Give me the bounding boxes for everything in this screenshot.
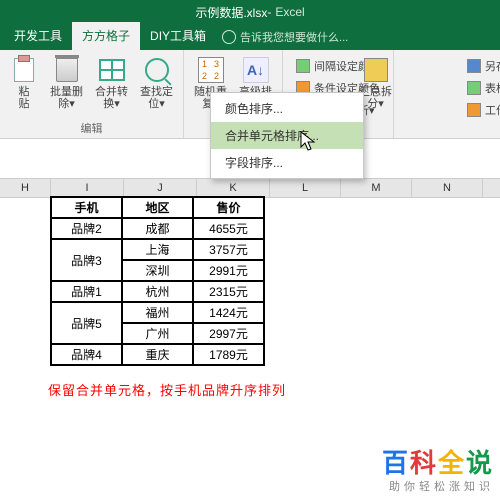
summary-icon (364, 58, 388, 82)
save-sheet-button[interactable]: 另存本表 (464, 56, 500, 76)
menu-merged-cell-sort[interactable]: 合并单元格排序... (211, 122, 363, 149)
lightbulb-icon (222, 30, 236, 44)
menu-color-sort[interactable]: 颜色排序... (211, 95, 363, 122)
save-icon (467, 59, 481, 73)
group-label-edit: 编辑 (6, 118, 177, 136)
paste-icon (14, 58, 34, 82)
find-locate-button[interactable]: 查找定 位▾ (136, 54, 177, 112)
ribbon-tabs: 开发工具 方方格子 DIY工具箱 告诉我您想要做什么... (0, 24, 500, 50)
table-row: 品牌3上海3757元 (51, 239, 264, 260)
table-row: 品牌4重庆1789元 (51, 344, 264, 365)
col-K[interactable]: K (197, 179, 270, 197)
th-phone: 手机 (51, 197, 122, 218)
col-I[interactable]: I (51, 179, 124, 197)
table-row: 品牌2成都4655元 (51, 218, 264, 239)
tell-me[interactable]: 告诉我您想要做什么... (216, 24, 354, 50)
delete-icon (56, 58, 78, 82)
column-headers: H I J K L M N (0, 178, 500, 198)
instruction-note: 保留合并单元格，按手机品牌升序排列 (48, 380, 286, 399)
titlebar: 示例数据.xlsx - Excel (0, 0, 500, 24)
find-icon (145, 58, 169, 82)
tab-diy-tools[interactable]: DIY工具箱 (140, 22, 216, 50)
sheet-icon (467, 103, 481, 117)
file-name: 示例数据.xlsx (195, 4, 267, 21)
color-rows-icon (296, 59, 310, 73)
table-row: 品牌5福州1424元 (51, 302, 264, 323)
watermark: 百科全说 助你轻松涨知识 (382, 443, 494, 494)
tab-developer[interactable]: 开发工具 (4, 22, 72, 50)
th-region: 地区 (122, 197, 193, 218)
tab-fangfanggezi[interactable]: 方方格子 (72, 22, 140, 50)
menu-field-sort[interactable]: 字段排序... (211, 149, 363, 176)
random-icon: 1322 (198, 57, 224, 83)
col-L[interactable]: L (270, 179, 341, 197)
th-price: 售价 (193, 197, 264, 218)
sort-icon: A↓ (243, 57, 269, 83)
toc-icon (467, 81, 481, 95)
merge-convert-button[interactable]: 合并转 换▾ (91, 54, 132, 112)
sort-dropdown-menu: 颜色排序... 合并单元格排序... 字段排序... (210, 92, 364, 179)
app-name: Excel (275, 5, 304, 19)
col-H[interactable]: H (0, 179, 51, 197)
batch-delete-button[interactable]: 批量删 除▾ (46, 54, 87, 112)
paste-button[interactable]: 粘 贴 (6, 54, 42, 112)
merge-icon (99, 59, 125, 81)
col-M[interactable]: M (341, 179, 412, 197)
worksheet-button[interactable]: 工作表▾ (464, 100, 500, 120)
col-N[interactable]: N (412, 179, 483, 197)
data-table[interactable]: 手机 地区 售价 品牌2成都4655元 品牌3上海3757元 深圳2991元 品… (50, 196, 265, 366)
table-toc-button[interactable]: 表格目录 (464, 78, 500, 98)
col-J[interactable]: J (124, 179, 197, 197)
table-row: 品牌1杭州2315元 (51, 281, 264, 302)
